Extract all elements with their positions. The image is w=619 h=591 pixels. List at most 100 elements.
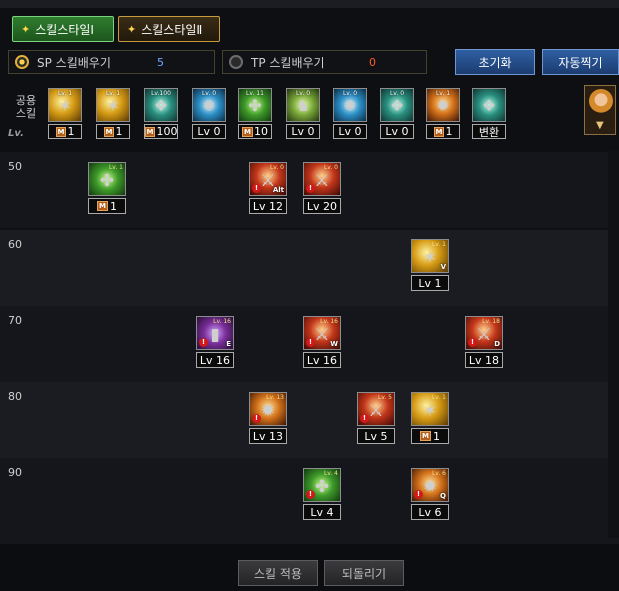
shared-skill-slot[interactable]: Lv. 0 ✺ Lv 0 bbox=[333, 88, 367, 140]
level-number: 50 bbox=[8, 160, 22, 173]
skill-level-value: M1 bbox=[88, 198, 126, 214]
sp-label: SP 스킬배우기 bbox=[37, 55, 111, 70]
skill-level-value: Lv 0 bbox=[192, 124, 226, 139]
shared-skill-slot[interactable]: Lv. 0 ✺ Lv 0 bbox=[192, 88, 226, 140]
skill-slot[interactable]: Lv. 4 ✤! Lv 4 bbox=[303, 468, 341, 520]
level-number: 70 bbox=[8, 314, 22, 327]
fire-strike-icon: Lv. 0 ⚔! bbox=[303, 162, 341, 196]
skill-level-text: 1 bbox=[109, 199, 117, 213]
figure-aura-icon: Lv. 0 ❖ bbox=[380, 88, 414, 122]
shared-skill-slot[interactable]: Lv. 1 ✶ M 1 bbox=[96, 88, 130, 140]
master-badge-icon: M bbox=[144, 126, 156, 137]
sp-value: 5 bbox=[157, 55, 164, 69]
reset-button[interactable]: 초기화 bbox=[455, 49, 535, 75]
shared-skill-slot[interactable]: Lv. 1 ✶ M 1 bbox=[48, 88, 82, 140]
tp-label: TP 스킬배우기 bbox=[251, 55, 325, 70]
sp-learn-option[interactable]: SP 스킬배우기 5 bbox=[8, 50, 215, 74]
skill-level-text: Lv 0 bbox=[385, 125, 409, 138]
tp-learn-option[interactable]: TP 스킬배우기 0 bbox=[222, 50, 427, 74]
skill-level-value: M1 bbox=[426, 124, 460, 139]
shared-skill-slot[interactable]: Lv. 0 ❖ Lv 0 bbox=[380, 88, 414, 140]
lightning-cross-icon: Lv. 1 ✶ V bbox=[411, 239, 449, 273]
skill-level-text: Lv 0 bbox=[197, 125, 221, 138]
golden-spin-icon: Lv. 1 ✶ bbox=[48, 88, 82, 122]
skill-level-text: Lv 4 bbox=[310, 505, 334, 519]
skill-slot[interactable]: Lv. 18 ⚔! D Lv 18 bbox=[465, 316, 503, 368]
shared-skill-slot[interactable]: ❖ 변환 bbox=[472, 88, 506, 140]
skill-level-value: Lv 0 bbox=[333, 124, 367, 139]
warning-icon: ! bbox=[306, 490, 315, 499]
warning-icon: ! bbox=[199, 338, 208, 347]
skill-slot[interactable]: Lv. 0 ⚔! Alt Lv 12 bbox=[249, 162, 287, 214]
warning-icon: ! bbox=[252, 184, 261, 193]
chain-burst-icon: Lv. 13 ✹! bbox=[249, 392, 287, 426]
level-band-80 bbox=[0, 382, 619, 458]
skill-slot[interactable]: Lv. 16 ⚔! W Lv 16 bbox=[303, 316, 341, 368]
skill-level-value: Lv 1 bbox=[411, 275, 449, 291]
skill-glyph: ✶ bbox=[58, 96, 72, 115]
teal-blades-icon: Lv.100 ❖ bbox=[144, 88, 178, 122]
shared-skill-slot[interactable]: Lv. 11 ✤ M 10 bbox=[238, 88, 272, 140]
skill-level-text: Lv 13 bbox=[252, 429, 284, 443]
skill-slot[interactable]: Lv. 6 ✹! Q Lv 6 bbox=[411, 468, 449, 520]
level-number: 80 bbox=[8, 390, 22, 403]
skill-level-value: Lv 16 bbox=[196, 352, 234, 368]
skill-glyph: ❖ bbox=[481, 96, 497, 115]
skill-level-text: Lv 12 bbox=[252, 199, 284, 213]
skill-level-text: 100 bbox=[156, 125, 178, 138]
skill-slot[interactable]: Lv. 16 ▮! E Lv 16 bbox=[196, 316, 234, 368]
sp-radio-button[interactable] bbox=[15, 55, 29, 69]
hotkey-label: D bbox=[494, 340, 500, 348]
skill-slot[interactable]: Lv. 0 ⚔! Lv 20 bbox=[303, 162, 341, 214]
shared-skill-slot[interactable]: Lv. 1 ✹ M 1 bbox=[426, 88, 460, 140]
tab-label: 스킬스타일Ⅱ bbox=[141, 22, 203, 37]
tab-skill-style-1[interactable]: ✦ 스킬스타일Ⅰ bbox=[12, 16, 114, 42]
character-avatar-button[interactable]: ▼ bbox=[584, 85, 616, 135]
skill-glyph: ✶ bbox=[106, 96, 120, 115]
skill-level-text: 1 bbox=[115, 125, 123, 138]
level-number: 60 bbox=[8, 238, 22, 251]
skill-level-text: 1 bbox=[67, 125, 75, 138]
skill-level-value: M 10 bbox=[238, 124, 272, 139]
hotkey-label: W bbox=[330, 340, 338, 348]
shared-skill-slot[interactable]: Lv. 0 ♞ Lv 0 bbox=[286, 88, 320, 140]
skill-slot[interactable]: Lv. 5 ⚔! Lv 5 bbox=[357, 392, 395, 444]
level-column-header: Lv. bbox=[8, 128, 24, 139]
beast-roar-icon: Lv. 4 ✤! bbox=[303, 468, 341, 502]
master-badge-icon: M bbox=[242, 126, 253, 137]
skill-level-value: Lv 18 bbox=[465, 352, 503, 368]
skill-level-value: 변환 bbox=[472, 124, 506, 139]
star-icon: ✦ bbox=[127, 22, 137, 36]
warning-icon: ! bbox=[306, 338, 315, 347]
level-band-60 bbox=[0, 230, 619, 306]
shared-skills-label: 공용 스킬 bbox=[15, 94, 37, 120]
scrollbar-track[interactable] bbox=[608, 150, 619, 538]
shared-skill-slot[interactable]: Lv.100 ❖ M 100 bbox=[144, 88, 178, 140]
warning-icon: ! bbox=[468, 338, 477, 347]
skill-level-value: M 100 bbox=[144, 124, 178, 139]
tp-radio-button[interactable] bbox=[229, 55, 243, 69]
skill-level-text: Lv 1 bbox=[418, 276, 442, 290]
red-slash-icon: Lv. 0 ⚔! Alt bbox=[249, 162, 287, 196]
skill-slot[interactable]: Lv. 1 ✶ V Lv 1 bbox=[411, 239, 449, 291]
skill-level-text: Lv 5 bbox=[364, 429, 388, 443]
skill-level-text: Lv 6 bbox=[418, 505, 442, 519]
skill-glyph: ✺ bbox=[202, 96, 216, 115]
skill-glyph: ❖ bbox=[153, 96, 169, 115]
dropdown-arrow-icon: ▼ bbox=[596, 120, 604, 131]
skill-slot[interactable]: Lv. 1 ✤ M 1 bbox=[88, 162, 126, 214]
skill-glyph: ✶ bbox=[422, 401, 438, 421]
skill-level-value: M1 bbox=[48, 124, 82, 139]
flame-pillar-icon: Lv. 5 ⚔! bbox=[357, 392, 395, 426]
flame-burst-icon: Lv. 1 ✹ bbox=[426, 88, 460, 122]
skill-slot[interactable]: Lv. 13 ✹! Lv 13 bbox=[249, 392, 287, 444]
revert-button[interactable]: 되돌리기 bbox=[324, 560, 404, 586]
auto-learn-button[interactable]: 자동찍기 bbox=[542, 49, 619, 75]
apply-skills-button[interactable]: 스킬 적용 bbox=[238, 560, 318, 586]
tab-skill-style-2[interactable]: ✦ 스킬스타일Ⅱ bbox=[118, 16, 220, 42]
skill-slot[interactable]: Lv. 1 ✶ M 1 bbox=[411, 392, 449, 444]
winged-crest-icon: Lv. 0 ✺ bbox=[192, 88, 226, 122]
master-badge-icon: M bbox=[55, 126, 67, 137]
hotkey-label: Q bbox=[440, 492, 446, 500]
master-badge-icon: M bbox=[97, 201, 108, 211]
